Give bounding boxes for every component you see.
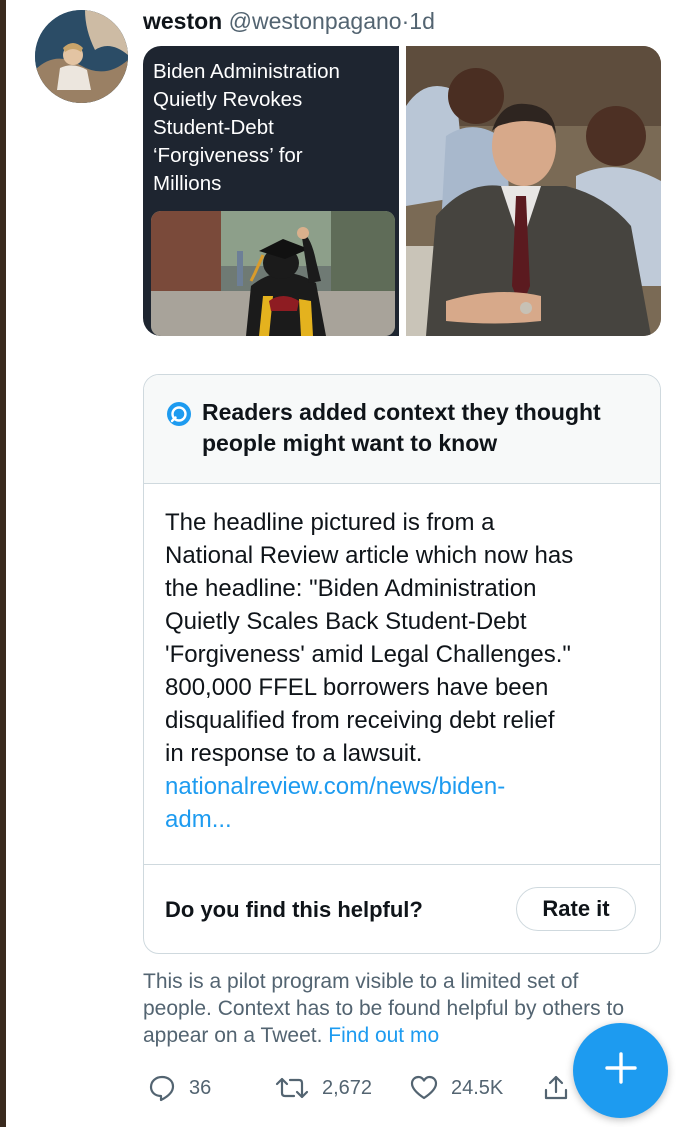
media-image-headline[interactable]: Biden Administration Quietly Revokes Stu… — [143, 46, 399, 336]
find-out-more-link[interactable]: Find out mo — [328, 1024, 439, 1047]
media-headline-text: Biden Administration Quietly Revokes Stu… — [153, 60, 340, 195]
author-name[interactable]: weston — [143, 8, 222, 34]
avatar[interactable] — [35, 10, 128, 103]
pilot-disclaimer: This is a pilot program visible to a lim… — [143, 968, 653, 1049]
note-body: The headline pictured is from a National… — [165, 509, 574, 767]
note-divider — [144, 864, 660, 865]
like-button[interactable]: 24.5K — [409, 1070, 503, 1106]
reply-button[interactable]: 36 — [147, 1070, 211, 1106]
tweet-timestamp[interactable]: 1d — [409, 8, 435, 34]
like-count: 24.5K — [451, 1076, 504, 1099]
note-title: Readers added context they thought peopl… — [202, 399, 601, 456]
reply-icon — [147, 1073, 177, 1103]
graduate-photo — [151, 211, 395, 336]
plus-icon — [604, 1051, 638, 1090]
note-source-link[interactable]: nationalreview.com/news/biden- adm... — [165, 770, 645, 836]
community-note: Readers added context they thought peopl… — [143, 374, 661, 954]
share-button[interactable] — [541, 1070, 571, 1106]
media-image-reaction[interactable] — [406, 46, 661, 336]
helpful-question: Do you find this helpful? — [165, 897, 423, 922]
screenshot-edge — [0, 0, 6, 1127]
retweet-button[interactable]: 2,672 — [274, 1070, 372, 1106]
birdwatch-eye-icon — [166, 401, 192, 427]
compose-tweet-button[interactable] — [573, 1023, 668, 1118]
rate-it-button[interactable]: Rate it — [516, 887, 636, 931]
retweet-icon — [274, 1073, 310, 1103]
tweet-actions: 36 2,672 24.5K — [143, 1070, 593, 1106]
note-header: Readers added context they thought peopl… — [144, 375, 660, 484]
retweet-count: 2,672 — [322, 1076, 373, 1099]
share-icon — [541, 1073, 571, 1103]
heart-icon — [409, 1073, 439, 1103]
tweet-media[interactable]: Biden Administration Quietly Revokes Stu… — [143, 46, 661, 336]
tweet-header: weston @westonpagano·1d — [143, 8, 435, 35]
author-handle[interactable]: @westonpagano — [229, 8, 402, 34]
reply-count: 36 — [189, 1076, 212, 1099]
